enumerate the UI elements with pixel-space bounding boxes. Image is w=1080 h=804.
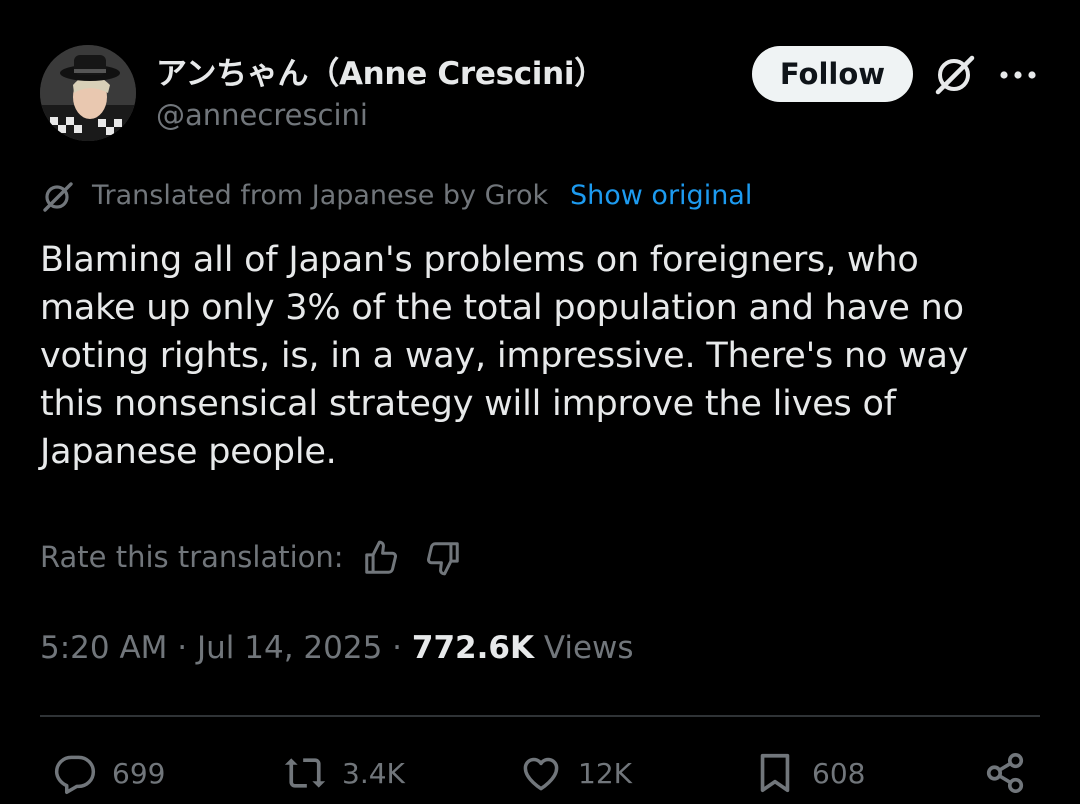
reply-icon	[54, 755, 96, 794]
repost-button[interactable]: 3.4K	[282, 748, 405, 798]
divider	[40, 715, 1040, 717]
bookmark-icon	[760, 753, 790, 793]
heart-icon	[523, 757, 559, 791]
views-label: Views	[543, 630, 634, 666]
author-display-name[interactable]: アンちゃん（Anne Crescini）	[156, 48, 605, 93]
like-button[interactable]: 12K	[518, 748, 632, 798]
bookmark-button[interactable]: 608	[752, 748, 865, 798]
bookmark-count: 608	[812, 756, 866, 790]
share-button[interactable]	[982, 748, 1042, 798]
follow-button[interactable]: Follow	[752, 46, 913, 102]
share-icon	[986, 752, 1024, 794]
tweet-text: Blaming all of Japan's problems on forei…	[40, 240, 969, 472]
rate-translation-label: Rate this translation:	[40, 540, 344, 574]
thumbs-up-icon[interactable]	[362, 539, 400, 577]
avatar[interactable]	[40, 45, 136, 141]
grok-translate-icon	[40, 180, 76, 214]
views-count: 772.6K	[411, 630, 534, 666]
grok-icon[interactable]	[932, 54, 978, 96]
tweet-meta: 5:20 AM · Jul 14, 2025 · 772.6K Views	[40, 630, 634, 666]
thumbs-down-icon[interactable]	[424, 539, 462, 577]
reply-count: 699	[112, 756, 166, 790]
meta-separator: ·	[177, 630, 197, 666]
tweet-time[interactable]: 5:20 AM	[40, 630, 167, 666]
more-icon[interactable]	[997, 62, 1039, 88]
meta-separator: ·	[392, 630, 412, 666]
translation-notice: Translated from Japanese by Grok	[92, 180, 549, 211]
tweet-date[interactable]: Jul 14, 2025	[197, 630, 382, 666]
avatar-photo	[40, 45, 136, 141]
repost-icon	[284, 758, 326, 788]
like-count: 12K	[578, 756, 632, 790]
author-handle[interactable]: @annecrescini	[156, 98, 368, 132]
reply-button[interactable]: 699	[52, 748, 165, 798]
show-original-link[interactable]: Show original	[570, 180, 752, 211]
repost-count: 3.4K	[342, 756, 405, 790]
